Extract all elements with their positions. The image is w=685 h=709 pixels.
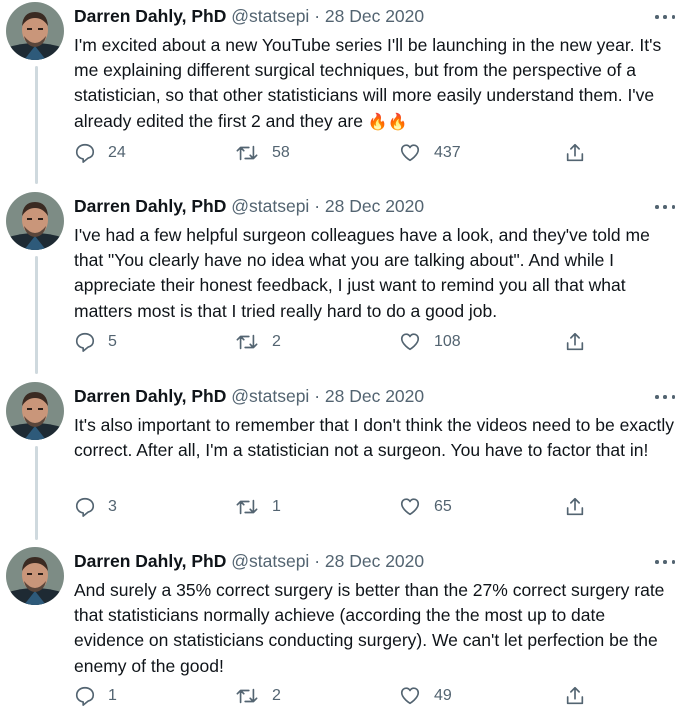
tweet-text-content: I've had a few helpful surgeon colleague… xyxy=(74,225,650,321)
share-button[interactable] xyxy=(564,683,586,709)
separator: · xyxy=(314,6,321,26)
retweet-count: 58 xyxy=(272,144,290,161)
separator: · xyxy=(314,551,321,571)
retweet-icon xyxy=(236,334,258,350)
author-name[interactable]: Darren Dahly, PhD xyxy=(74,551,226,571)
reply-button[interactable]: 5 xyxy=(74,329,117,355)
separator: · xyxy=(314,386,321,406)
share-icon xyxy=(566,143,584,162)
more-icon[interactable] xyxy=(655,555,675,569)
tweet-actions: 1 2 49 xyxy=(74,683,594,709)
tweet[interactable]: Darren Dahly, PhD @statsepi · 28 Dec 202… xyxy=(0,382,685,527)
like-icon xyxy=(400,144,420,162)
like-icon xyxy=(400,333,420,351)
author-name[interactable]: Darren Dahly, PhD xyxy=(74,6,226,26)
like-icon xyxy=(400,498,420,516)
like-icon xyxy=(400,687,420,705)
author-name[interactable]: Darren Dahly, PhD xyxy=(74,386,226,406)
reply-icon xyxy=(75,332,95,352)
tweet-date[interactable]: 28 Dec 2020 xyxy=(325,6,424,26)
retweet-icon xyxy=(236,499,258,515)
author-handle[interactable]: @statsepi xyxy=(231,196,309,216)
tweet-actions: 24 58 437 xyxy=(74,140,594,166)
reply-button[interactable]: 1 xyxy=(74,683,117,709)
tweet-actions: 5 2 108 xyxy=(74,329,594,355)
tweet-text: I've had a few helpful surgeon colleague… xyxy=(74,223,679,324)
reply-icon xyxy=(75,497,95,517)
reply-count: 5 xyxy=(108,333,117,350)
more-icon[interactable] xyxy=(655,390,675,404)
retweet-icon xyxy=(236,145,258,161)
tweet-date[interactable]: 28 Dec 2020 xyxy=(325,386,424,406)
author-handle[interactable]: @statsepi xyxy=(231,551,309,571)
like-count: 65 xyxy=(434,498,452,515)
share-button[interactable] xyxy=(564,329,586,355)
reply-count: 24 xyxy=(108,144,126,161)
tweet[interactable]: Darren Dahly, PhD @statsepi · 28 Dec 202… xyxy=(0,192,685,362)
share-icon xyxy=(566,497,584,516)
tweet-date[interactable]: 28 Dec 2020 xyxy=(325,551,424,571)
like-count: 49 xyxy=(434,687,452,704)
retweet-count: 2 xyxy=(272,687,281,704)
tweet-text-content: It's also important to remember that I d… xyxy=(74,415,675,461)
retweet-icon xyxy=(236,688,258,704)
like-button[interactable]: 65 xyxy=(398,494,452,520)
like-count: 437 xyxy=(434,144,461,161)
retweet-button[interactable]: 2 xyxy=(234,683,281,709)
retweet-count: 1 xyxy=(272,498,281,515)
reply-icon xyxy=(75,686,95,706)
reply-button[interactable]: 3 xyxy=(74,494,117,520)
tweet-text: It's also important to remember that I d… xyxy=(74,413,679,463)
fire-emoji: 🔥🔥 xyxy=(367,113,408,131)
tweet-header: Darren Dahly, PhD @statsepi · 28 Dec 202… xyxy=(74,384,655,408)
share-button[interactable] xyxy=(564,140,586,166)
like-button[interactable]: 49 xyxy=(398,683,452,709)
like-button[interactable]: 108 xyxy=(398,329,461,355)
tweet-actions: 3 1 65 xyxy=(74,494,594,520)
retweet-button[interactable]: 2 xyxy=(234,329,281,355)
more-icon[interactable] xyxy=(655,200,675,214)
tweet[interactable]: Darren Dahly, PhD @statsepi · 28 Dec 202… xyxy=(0,2,685,172)
like-button[interactable]: 437 xyxy=(398,140,461,166)
tweet-header: Darren Dahly, PhD @statsepi · 28 Dec 202… xyxy=(74,549,655,573)
like-count: 108 xyxy=(434,333,461,350)
tweet-text-content: And surely a 35% correct surgery is bett… xyxy=(74,580,665,676)
retweet-count: 2 xyxy=(272,333,281,350)
reply-count: 1 xyxy=(108,687,117,704)
avatar[interactable] xyxy=(6,192,64,250)
more-icon[interactable] xyxy=(655,10,675,24)
tweet-text: And surely a 35% correct surgery is bett… xyxy=(74,578,679,679)
avatar[interactable] xyxy=(6,2,64,60)
share-button[interactable] xyxy=(564,494,586,520)
share-icon xyxy=(566,332,584,351)
separator: · xyxy=(314,196,321,216)
author-name[interactable]: Darren Dahly, PhD xyxy=(74,196,226,216)
tweet-date[interactable]: 28 Dec 2020 xyxy=(325,196,424,216)
author-handle[interactable]: @statsepi xyxy=(231,6,309,26)
reply-icon xyxy=(75,143,95,163)
reply-button[interactable]: 24 xyxy=(74,140,126,166)
retweet-button[interactable]: 58 xyxy=(234,140,290,166)
tweet-header: Darren Dahly, PhD @statsepi · 28 Dec 202… xyxy=(74,194,655,218)
tweet[interactable]: Darren Dahly, PhD @statsepi · 28 Dec 202… xyxy=(0,547,685,708)
avatar[interactable] xyxy=(6,547,64,605)
retweet-button[interactable]: 1 xyxy=(234,494,281,520)
avatar[interactable] xyxy=(6,382,64,440)
author-handle[interactable]: @statsepi xyxy=(231,386,309,406)
tweet-header: Darren Dahly, PhD @statsepi · 28 Dec 202… xyxy=(74,4,655,28)
reply-count: 3 xyxy=(108,498,117,515)
tweet-text: I'm excited about a new YouTube series I… xyxy=(74,33,679,135)
share-icon xyxy=(566,686,584,705)
